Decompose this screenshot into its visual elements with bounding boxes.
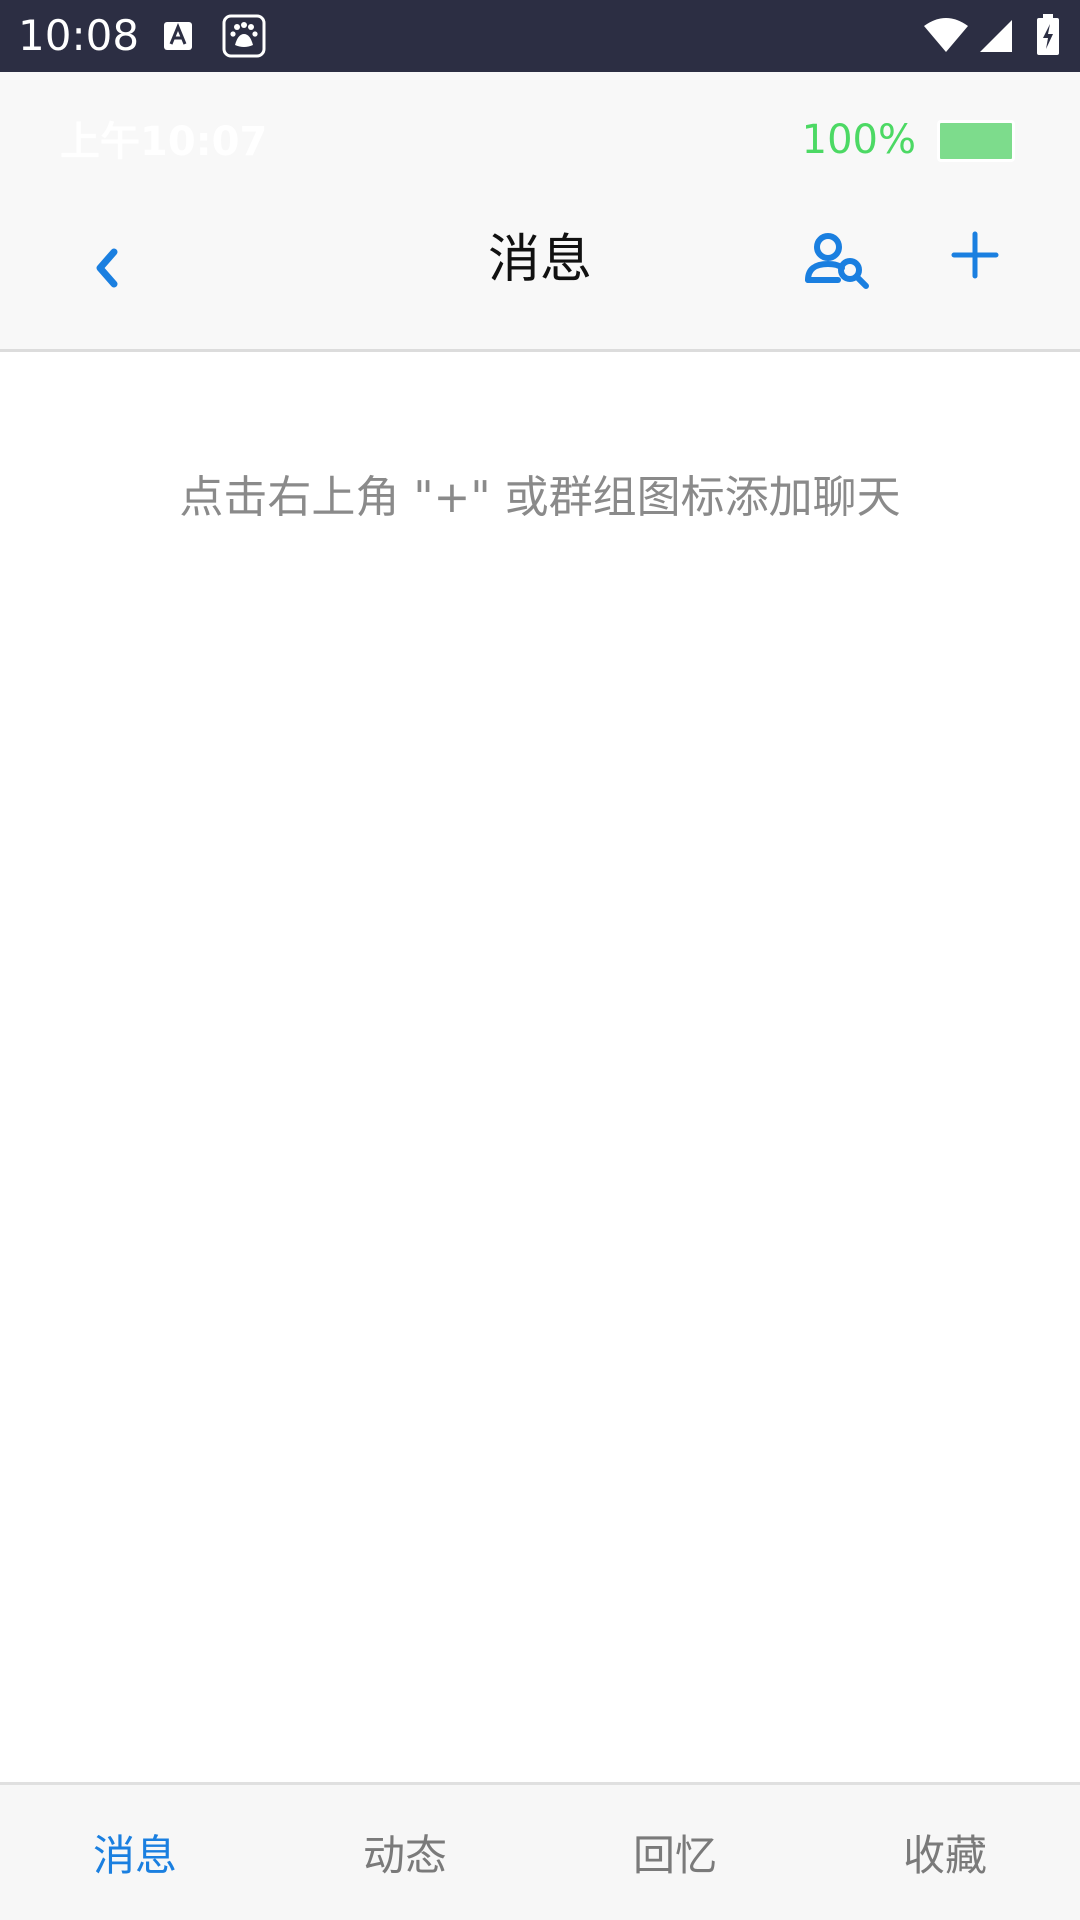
chat-list-area: 点击右上角 "+" 或群组图标添加聊天 [0, 352, 1080, 1784]
bottom-tab-bar: 消息 动态 回忆 收藏 [0, 1782, 1080, 1920]
cell-signal-icon [980, 20, 1012, 52]
page-title: 消息 [487, 230, 592, 290]
tab-messages[interactable]: 消息 [0, 1785, 270, 1920]
user-search-icon[interactable] [804, 230, 872, 292]
system-time: 10:08 [18, 11, 140, 60]
tab-favorites[interactable]: 收藏 [810, 1785, 1080, 1920]
battery-level-bar [937, 120, 1015, 162]
wifi-icon [924, 18, 968, 52]
baidu-paw-icon [222, 14, 266, 58]
empty-state-hint: 点击右上角 "+" 或群组图标添加聊天 [179, 472, 901, 523]
screen: 10:08 上午10:07 100% 消息 点击右上角 "+" 或群组图标添加聊… [0, 0, 1080, 1920]
battery-percent: 100% [801, 117, 916, 163]
nav-bar: 消息 [0, 182, 1080, 352]
plus-icon[interactable] [948, 228, 1002, 282]
tab-moments[interactable]: 动态 [270, 1785, 540, 1920]
system-status-bar: 10:08 [0, 0, 1080, 72]
a-font-icon [164, 22, 192, 50]
battery-charging-icon [1037, 14, 1059, 55]
app-time: 上午10:07 [60, 119, 268, 165]
tab-memories[interactable]: 回忆 [540, 1785, 810, 1920]
app-status-strip: 上午10:07 100% [0, 72, 1080, 182]
